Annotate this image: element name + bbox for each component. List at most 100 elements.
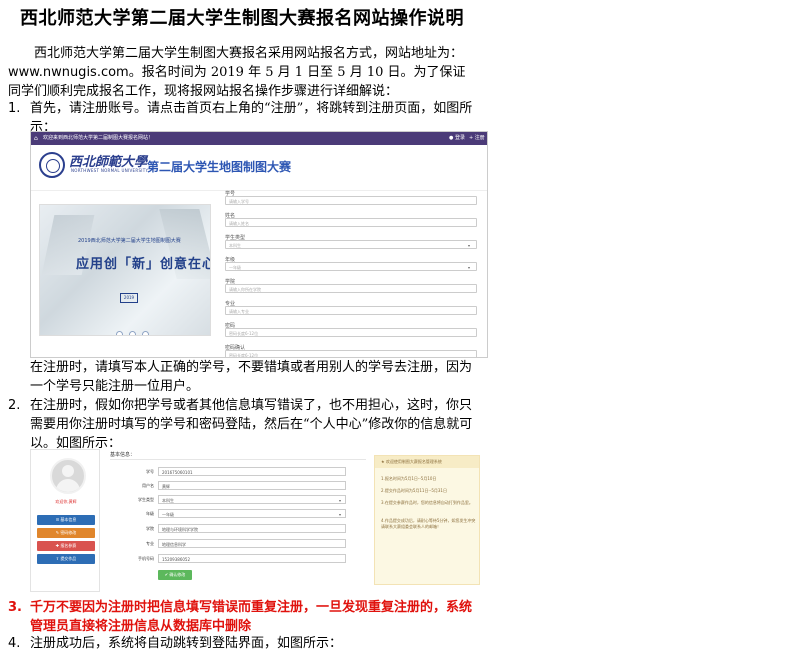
contest-title: 第二届大学生地图制图大赛 — [147, 160, 292, 174]
profile-row-college: 学院 地理与环境科学学院 — [110, 524, 370, 534]
grade-select[interactable]: 一年级 ▾ — [225, 262, 477, 271]
student-id-input[interactable]: 201675060101 — [158, 467, 346, 476]
profile-page-screenshot: 欢迎你,黄辉 ☰ 基本信息 ✎ 密码修改 ✚ 报名参赛 ⇪ 提交作品 基本信息：… — [30, 449, 485, 592]
chevron-down-icon: ▾ — [338, 512, 341, 517]
field-grade: 年级 一年级 ▾ — [225, 256, 481, 275]
field-major: 专业 请输入专业 — [225, 300, 481, 319]
step-text: 在注册时，假如你把学号或者其他信息填写错误了，也不用担心，这时，你只需要用你注册… — [30, 398, 473, 451]
step-2: 2. 在注册时，假如你把学号或者其他信息填写错误了，也不用担心，这时，你只需要用… — [8, 396, 478, 453]
welcome-notice: 欢迎来到西北师范大学第二届制图大赛报名网站！ — [43, 135, 154, 141]
menu-label: 基本信息 — [60, 517, 77, 522]
notice-panel: ★ 欢迎使用制图大赛报名管理系统 1.报名时间为5月1日--5月10日 2.提交… — [374, 455, 480, 585]
major-input[interactable]: 地理信息科学 — [158, 539, 346, 548]
website-url: www.nwnugis.com — [8, 65, 129, 80]
student-id-input[interactable]: 请输入学号 — [225, 196, 477, 205]
carousel-dots — [116, 323, 156, 335]
row-label: 年级 — [146, 511, 154, 516]
row-label: 学号 — [146, 469, 154, 474]
step-number: 3. — [8, 600, 22, 615]
step-4: 4. 注册成功后，系统将自动跳转到登陆界面，如图所示： — [8, 634, 478, 653]
menu-label: 报名参赛 — [60, 543, 77, 548]
notice-title: ★ 欢迎使用制图大赛报名管理系统 — [375, 456, 479, 468]
profile-row-grade: 年级 一年级 ▾ — [110, 509, 370, 519]
carousel-dot[interactable] — [116, 331, 123, 335]
step-3-warning: 3. 千万不要因为注册时把信息填写错误而重复注册，一旦发现重复注册的，系统管理员… — [8, 598, 478, 636]
password-input[interactable]: 密码长度6-12位 — [225, 328, 477, 337]
password-confirm-input[interactable]: 密码长度6-12位 — [225, 350, 477, 357]
intro-text-1: 西北师范大学第二届大学生制图大赛报名采用网站报名方式，网站地址为： — [34, 46, 464, 61]
carousel-dot[interactable] — [129, 331, 136, 335]
document-page: 西北师范大学第二届大学生制图大赛报名网站操作说明 西北师范大学第二届大学生制图大… — [0, 0, 799, 667]
phone-input[interactable]: 15209386052 — [158, 554, 346, 563]
promo-slide: 2019西北师范大学第二届大学生地图制图大赛 应用创「新」创意在心 2019 — [39, 204, 211, 336]
change-password-button[interactable]: ✎ 密码修改 — [37, 528, 95, 538]
submit-work-button[interactable]: ⇪ 提交作品 — [37, 554, 95, 564]
username-input[interactable]: 黄辉 — [158, 481, 346, 490]
step-1-note: 在注册时，请填写本人正确的学号，不要错填或者用别人的学号去注册，因为一个学号只能… — [8, 358, 478, 396]
grade-select[interactable]: 一年级 ▾ — [158, 509, 346, 518]
profile-row-username: 用户名 黄辉 — [110, 481, 370, 491]
profile-row-student-type: 学生类型 本科生 ▾ — [110, 495, 370, 505]
college-input[interactable]: 地理与环境科学学院 — [158, 524, 346, 533]
register-link-label: 注册 — [474, 135, 485, 141]
home-icon: ⌂ — [34, 135, 38, 142]
university-logo-en: NORTHWEST NORMAL UNIVERSITY — [71, 168, 149, 173]
top-bar: ⌂ 欢迎来到西北师范大学第二届制图大赛报名网站！ ● 登录 + 注册 — [31, 132, 487, 145]
field-student-type: 学生类型 本科生 ▾ — [225, 234, 481, 253]
row-label: 学院 — [146, 526, 154, 531]
document-title: 西北师范大学第二届大学生制图大赛报名网站操作说明 — [20, 8, 464, 29]
university-seal-icon — [39, 152, 65, 178]
login-link-label: 登录 — [454, 135, 465, 141]
basic-info-button[interactable]: ☰ 基本信息 — [37, 515, 95, 525]
step-number: 2. — [8, 398, 21, 413]
chevron-down-icon: ▾ — [338, 498, 341, 503]
step-text: 在注册时，请填写本人正确的学号，不要错填或者用别人的学号去注册，因为一个学号只能… — [30, 360, 473, 394]
student-type-select[interactable]: 本科生 ▾ — [158, 495, 346, 504]
slide-title: 2019西北师范大学第二届大学生地图制图大赛 — [78, 238, 181, 244]
row-label: 学生类型 — [138, 497, 154, 502]
chevron-down-icon: ▾ — [467, 243, 470, 248]
slide-slogan: 应用创「新」创意在心 — [76, 257, 211, 272]
chevron-down-icon: ▾ — [467, 265, 470, 270]
step-number: 1. — [8, 101, 21, 116]
notice-line: 3.在提交参赛作品时，您的信息将自动打到作品里。 — [381, 500, 473, 505]
select-value: 本科生 — [162, 498, 174, 503]
confirm-edit-button[interactable]: ✔ 确认修改 — [158, 570, 192, 580]
name-input[interactable]: 请输入姓名 — [225, 218, 477, 227]
field-student-id: 学号 请输入学号 — [225, 190, 481, 209]
carousel-dot[interactable] — [142, 331, 149, 335]
slide-badge: 2019 — [120, 293, 138, 303]
college-input[interactable]: 请输入你所在学院 — [225, 284, 477, 293]
notice-title-text: 欢迎使用制图大赛报名管理系统 — [385, 459, 442, 464]
field-password: 密码 密码长度6-12位 — [225, 322, 481, 341]
profile-row-phone: 手机号码 15209386052 — [110, 554, 370, 564]
field-password-confirm: 密码确认 密码长度6-12位 — [225, 344, 481, 357]
step-number: 4. — [8, 636, 21, 651]
step-text: 千万不要因为注册时把信息填写错误而重复注册，一旦发现重复注册的，系统管理员直接将… — [30, 600, 473, 634]
login-link[interactable]: ● 登录 — [449, 132, 465, 145]
register-page-screenshot: ⌂ 欢迎来到西北师范大学第二届制图大赛报名网站！ ● 登录 + 注册 西北師範大… — [30, 131, 488, 358]
intro-paragraph: 西北师范大学第二届大学生制图大赛报名采用网站报名方式，网站地址为： www.nwn… — [8, 44, 478, 101]
user-card: 欢迎你,黄辉 ☰ 基本信息 ✎ 密码修改 ✚ 报名参赛 ⇪ 提交作品 — [30, 449, 100, 592]
menu-label: 提交作品 — [60, 556, 77, 561]
welcome-user: 欢迎你,黄辉 — [55, 499, 77, 504]
notice-line: 4.作品提交成功后，请耐心等待5分钟，如您发生冲突请联系大赛组委会联系人的邮箱！ — [381, 518, 476, 529]
section-title: 基本信息： — [110, 452, 136, 458]
major-input[interactable]: 请输入专业 — [225, 306, 477, 315]
row-label: 专业 — [146, 541, 154, 546]
field-name: 姓名 请输入姓名 — [225, 212, 481, 231]
select-value: 本科生 — [229, 243, 241, 248]
field-college: 学院 请输入你所在学院 — [225, 278, 481, 297]
student-type-select[interactable]: 本科生 ▾ — [225, 240, 477, 249]
menu-label: 密码修改 — [60, 530, 77, 535]
divider — [110, 459, 366, 460]
notice-line: 1.报名时间为5月1日--5月10日 — [381, 476, 437, 481]
register-link[interactable]: + 注册 — [469, 132, 485, 145]
register-contest-button[interactable]: ✚ 报名参赛 — [37, 541, 95, 551]
profile-row-major: 专业 地理信息科学 — [110, 539, 370, 549]
row-label: 手机号码 — [138, 556, 154, 561]
confirm-label: 确认修改 — [169, 572, 186, 577]
profile-row-student-id: 学号 201675060101 — [110, 467, 370, 477]
avatar — [50, 458, 86, 494]
step-text: 注册成功后，系统将自动跳转到登陆界面，如图所示： — [30, 636, 343, 651]
